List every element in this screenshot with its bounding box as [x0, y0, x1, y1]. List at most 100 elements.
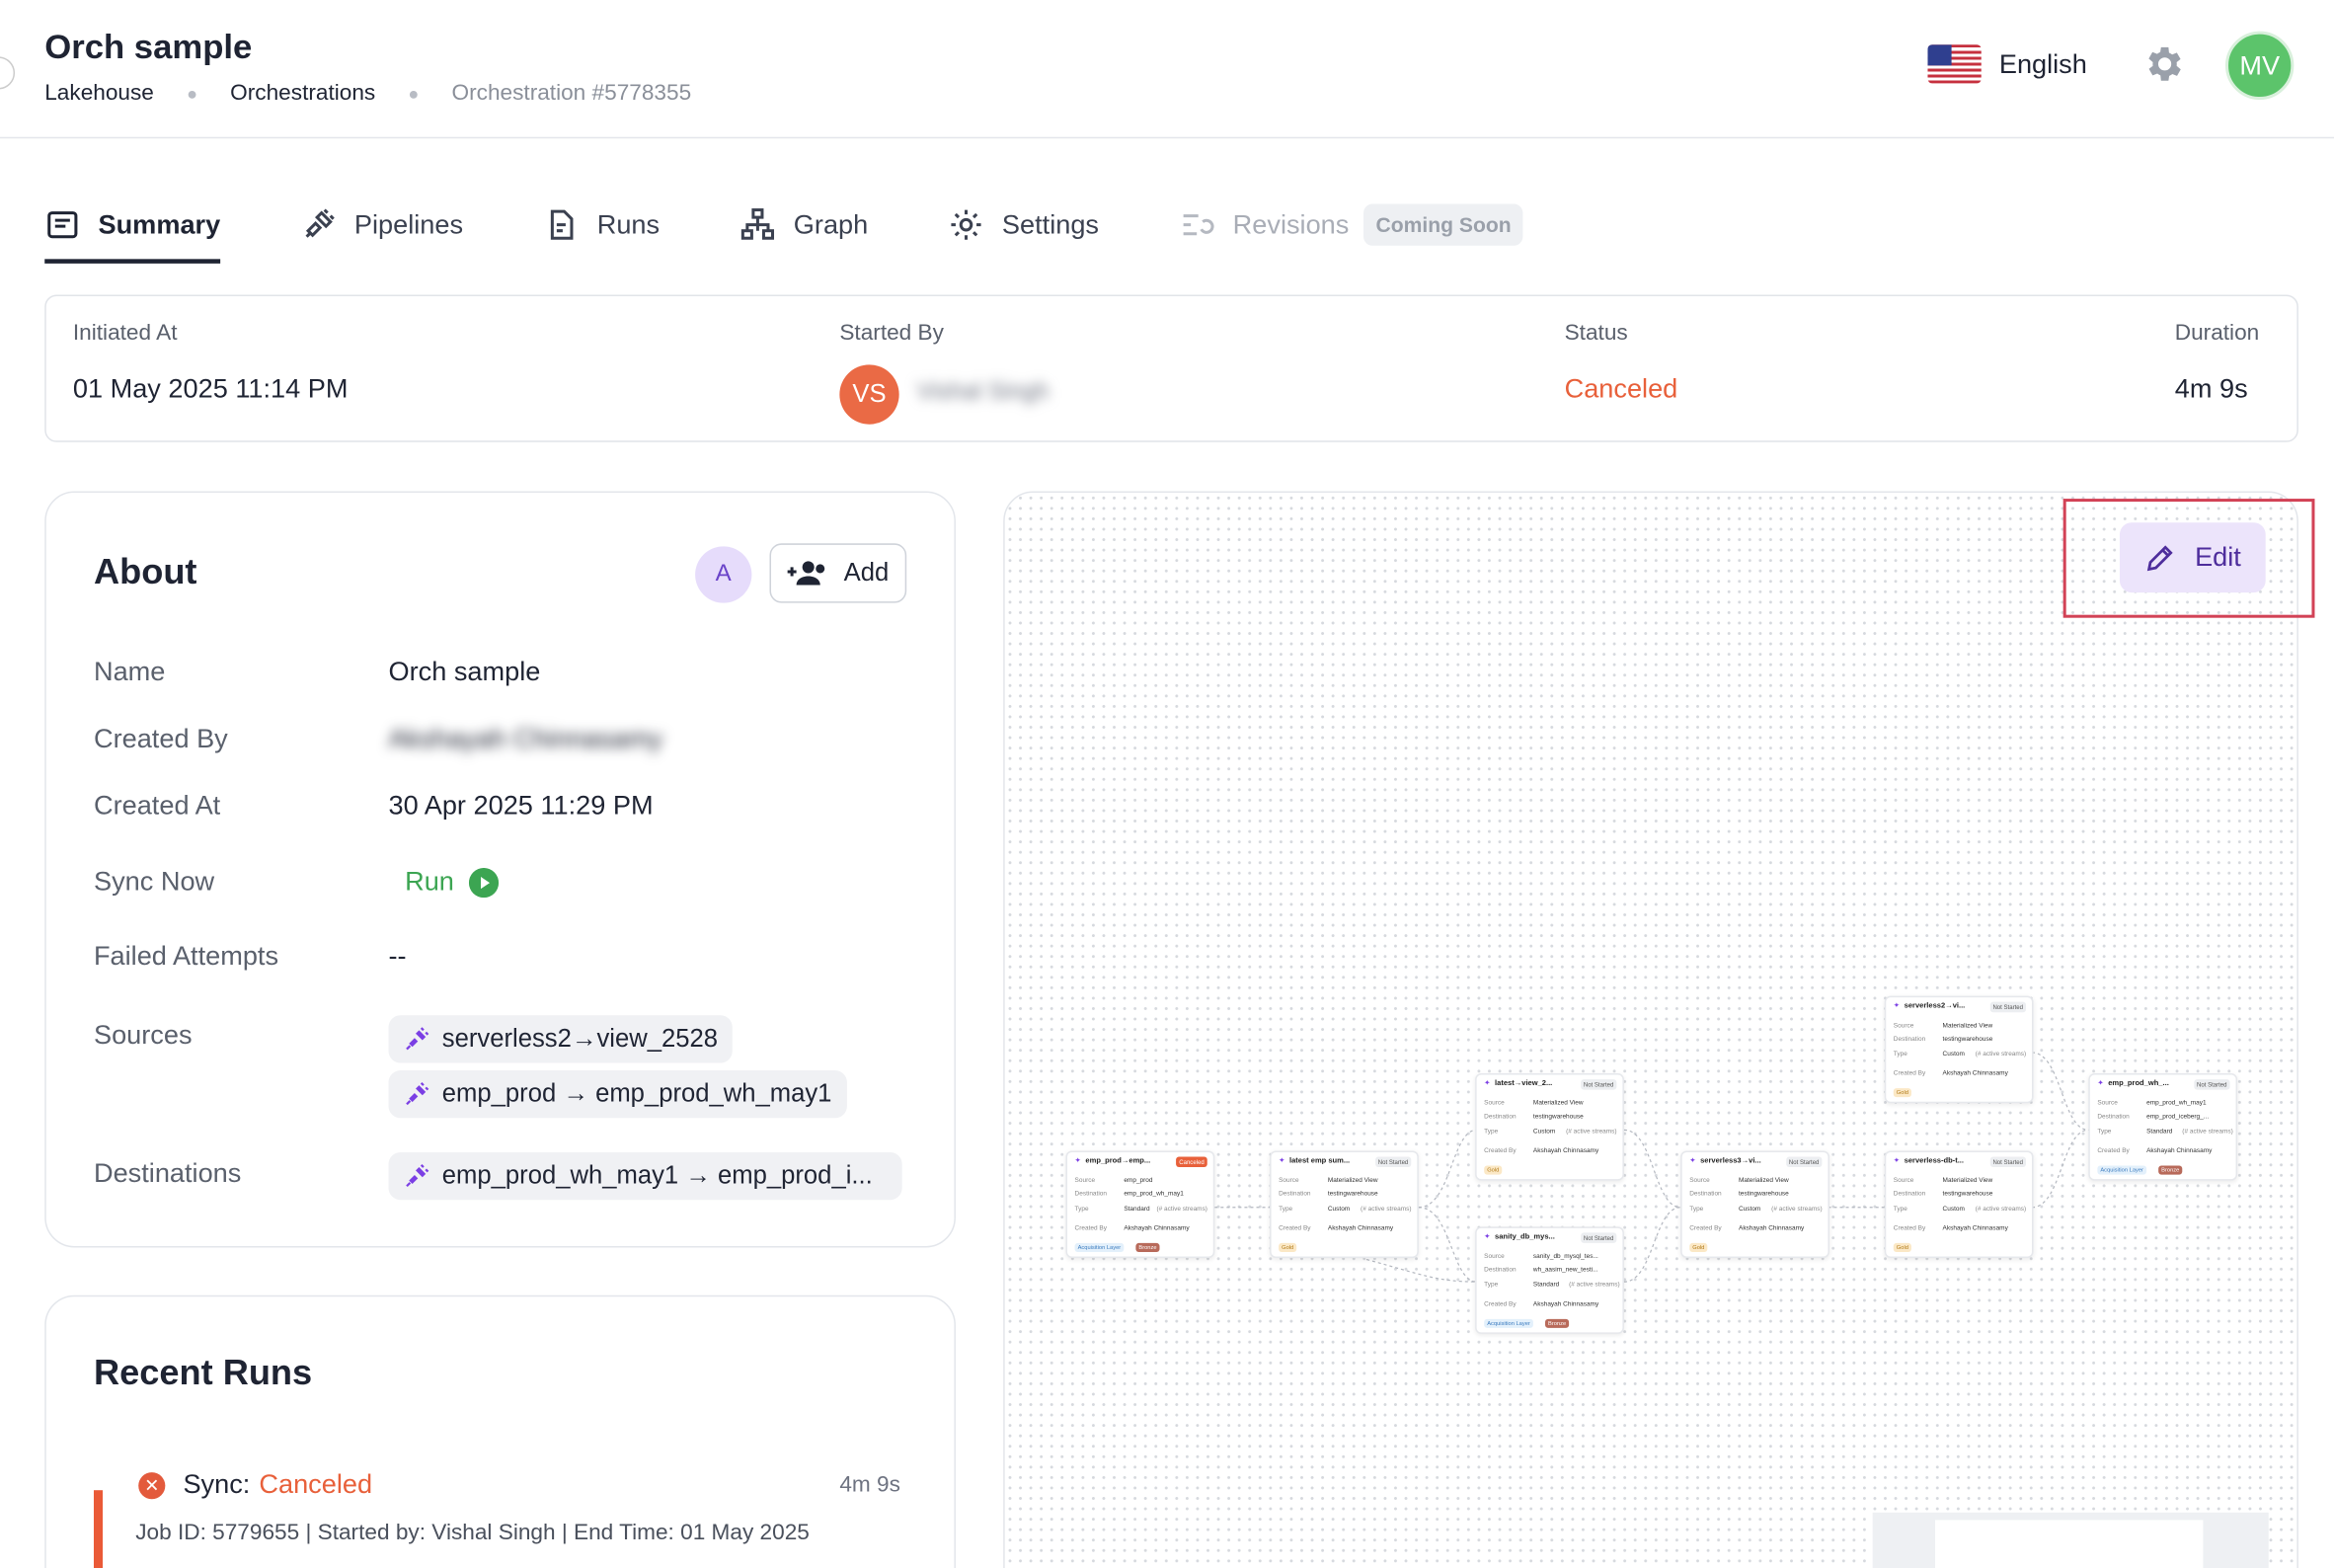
add-member-button[interactable]: Add	[769, 543, 907, 603]
node-type: Standard	[1124, 1204, 1150, 1213]
plug-icon	[406, 1082, 429, 1106]
owner-avatar[interactable]: A	[695, 546, 752, 603]
breadcrumb-lakehouse[interactable]: Lakehouse	[44, 80, 154, 106]
plug-icon: ✦	[1484, 1232, 1491, 1242]
orchestration-graph-canvas[interactable]: ✦ emp_prod→emp... Canceled Source emp_prod…	[1003, 491, 2298, 1568]
node-tag: Acquisition Layer	[1074, 1242, 1125, 1252]
hierarchy-icon	[741, 208, 775, 240]
breadcrumb-current: Orchestration #5778355	[451, 80, 692, 107]
node-created-by: Akshayah Chinnasamy	[1124, 1223, 1190, 1231]
node-type-label: Type	[1074, 1204, 1089, 1213]
duration-label: Duration	[2174, 320, 2260, 346]
node-title: emp_prod→emp...	[1085, 1156, 1151, 1166]
created-by-label: Created By	[93, 723, 228, 753]
created-by-value: Akshayah Chinnasamy	[388, 723, 663, 753]
node-tag: Bronze	[1135, 1242, 1160, 1252]
language-selector[interactable]: English	[1927, 44, 2087, 84]
edit-graph-button[interactable]: Edit	[2119, 522, 2266, 593]
node-tag: Acquisition Layer	[1484, 1318, 1533, 1328]
node-destination-label: Destination	[1893, 1189, 1926, 1198]
pipeline-node[interactable]: ✦ serverless2→vi... Not Started Source Mat…	[1884, 995, 2034, 1104]
source-chip[interactable]: serverless2→view_2528	[388, 1015, 734, 1063]
pipeline-node[interactable]: ✦ serverless3→vi... Not Started Source Mat…	[1680, 1150, 1829, 1259]
pipeline-node[interactable]: ✦ emp_prod→emp... Canceled Source emp_prod…	[1065, 1150, 1215, 1259]
tab-summary[interactable]: Summary	[44, 186, 221, 264]
node-type-label: Type	[2097, 1127, 2112, 1135]
destination-chip-label: emp_prod_wh_may1 → emp_prod_i...	[441, 1161, 873, 1190]
pipeline-node[interactable]: ✦ latest→view_2... Not Started Source Mate…	[1475, 1073, 1624, 1181]
node-streams-note: (# active streams)	[1975, 1049, 2027, 1058]
node-status: Not Started	[1374, 1156, 1412, 1168]
language-label: English	[1998, 48, 2087, 79]
node-streams-note: (# active streams)	[1771, 1204, 1823, 1213]
node-created-by: Akshayah Chinnasamy	[1532, 1145, 1599, 1154]
revisions-icon	[1183, 214, 1214, 236]
node-type: Custom	[1327, 1204, 1351, 1213]
initiated-at-label: Initiated At	[72, 320, 178, 346]
node-title: serverless3→vi...	[1700, 1156, 1761, 1166]
node-type-label: Type	[1484, 1127, 1499, 1135]
tab-settings[interactable]: Settings	[949, 186, 1099, 263]
node-created-by-label: Created By	[1279, 1223, 1311, 1231]
pencil-icon	[2147, 544, 2174, 571]
gear-icon[interactable]	[2140, 41, 2185, 86]
recent-runs-card: Recent Runs ✕ Sync: Canceled 4m 9s Job ID…	[44, 1294, 956, 1568]
tab-runs[interactable]: Runs	[543, 186, 660, 263]
node-source: emp_prod	[1124, 1176, 1153, 1184]
tab-revisions-label: Revisions	[1232, 208, 1350, 239]
node-tag: Gold	[1893, 1242, 1911, 1252]
user-avatar[interactable]: MV	[2225, 31, 2295, 101]
tab-bar: Summary Pipelines Runs Graph Settings Re…	[44, 186, 1603, 264]
run-title[interactable]: Sync: Canceled	[183, 1469, 372, 1501]
pipeline-node[interactable]: ✦ sanity_db_mys... Not Started Source sani…	[1475, 1226, 1624, 1334]
plug-icon: ✦	[1893, 1156, 1901, 1166]
node-tag: Bronze	[1544, 1318, 1570, 1328]
summary-icon	[47, 211, 78, 239]
node-created-by: Akshayah Chinnasamy	[1942, 1068, 2008, 1077]
play-circle-icon	[468, 867, 500, 898]
node-destination: wh_aasim_new_testi...	[1532, 1265, 1598, 1274]
run-duration: 4m 9s	[839, 1472, 900, 1498]
node-created-by: Akshayah Chinnasamy	[1942, 1223, 2008, 1231]
node-tag: Bronze	[2158, 1165, 2183, 1175]
node-source: sanity_db_mysql_tes...	[1532, 1251, 1598, 1260]
node-type: Standard	[1532, 1280, 1560, 1289]
node-source: Materialized View	[1532, 1098, 1584, 1107]
run-label: Run	[405, 866, 454, 897]
node-tag: Acquisition Layer	[2097, 1165, 2146, 1175]
tab-graph[interactable]: Graph	[740, 186, 868, 263]
tab-pipelines[interactable]: Pipelines	[301, 186, 463, 263]
coming-soon-badge: Coming Soon	[1363, 203, 1523, 246]
run-stats-card: Initiated At 01 May 2025 11:14 PM Starte…	[44, 294, 2298, 442]
us-flag-icon	[1927, 44, 1982, 84]
node-destination: testingwarehouse	[1942, 1034, 1993, 1043]
add-label: Add	[843, 558, 890, 588]
source-chip[interactable]: emp_prod → emp_prod_wh_may1	[388, 1070, 847, 1119]
pipeline-node[interactable]: ✦ serverless-db-t... Not Started Source Ma…	[1884, 1150, 2034, 1259]
breadcrumb-orchestrations[interactable]: Orchestrations	[230, 80, 375, 106]
pipeline-node[interactable]: ✦ emp_prod_wh_... Not Started Source emp_p…	[2088, 1073, 2238, 1181]
node-created-by-label: Created By	[1893, 1068, 1926, 1077]
sidebar-toggle[interactable]	[0, 56, 16, 90]
destination-chip[interactable]: emp_prod_wh_may1 → emp_prod_i...	[388, 1151, 902, 1201]
node-type-label: Type	[1689, 1204, 1704, 1213]
page-title: Orch sample	[44, 27, 253, 66]
sync-now-label: Sync Now	[93, 866, 215, 897]
failed-attempts-value: --	[388, 940, 407, 972]
run-status-bar	[93, 1490, 104, 1568]
node-destination: testingwarehouse	[1532, 1112, 1584, 1120]
initiated-at-value: 01 May 2025 11:14 PM	[72, 373, 349, 404]
node-destination: emp_prod_wh_may1	[1124, 1189, 1184, 1198]
node-created-by-label: Created By	[2097, 1145, 2130, 1154]
node-destination-label: Destination	[1893, 1034, 1926, 1043]
tab-pipelines-label: Pipelines	[353, 208, 464, 239]
pipeline-node[interactable]: ✦ latest emp sum... Not Started Source Mat…	[1270, 1150, 1419, 1259]
document-icon	[550, 209, 574, 240]
node-destination-label: Destination	[1484, 1265, 1517, 1274]
plug-icon: ✦	[1074, 1156, 1081, 1166]
node-status: Not Started	[1580, 1232, 1617, 1243]
sources-label: Sources	[93, 1019, 193, 1050]
destinations-label: Destinations	[93, 1157, 242, 1189]
node-streams-note: (# active streams)	[1361, 1204, 1412, 1213]
run-now-button[interactable]: Run	[405, 866, 500, 898]
